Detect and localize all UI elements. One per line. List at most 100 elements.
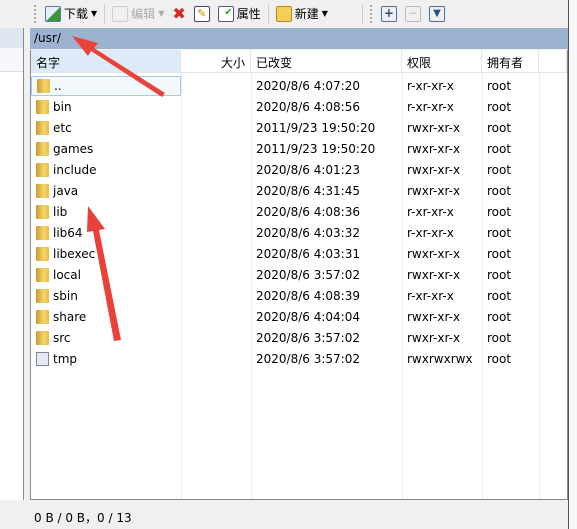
file-modified: 2020/8/6 3:57:02 [256, 267, 360, 282]
file-name-cell: games [31, 141, 181, 156]
file-permissions: rwxr-xr-x [407, 246, 461, 261]
file-modified: 2020/8/6 4:31:45 [256, 183, 360, 198]
file-list: 名字 大小 已改变 权限 拥有者 .. 2020/8/6 4:07:20 r-x… [30, 50, 568, 500]
chevron-down-icon[interactable]: ▼ [91, 9, 97, 18]
file-owner: root [487, 162, 512, 177]
chevron-down-icon[interactable]: ▼ [158, 9, 164, 18]
file-row[interactable]: sbin 2020/8/6 4:08:39 r-xr-xr-x root [31, 285, 567, 306]
file-row[interactable]: etc 2011/9/23 19:50:20 rwxr-xr-x root [31, 117, 567, 138]
file-owner: root [487, 351, 512, 366]
edit-icon [112, 5, 129, 22]
file-permissions: rwxr-xr-x [407, 141, 461, 156]
download-icon [45, 5, 61, 22]
file-permissions: r-xr-xr-x [407, 78, 454, 93]
filter-button[interactable]: ▼ [425, 3, 449, 25]
file-permissions: r-xr-xr-x [407, 99, 454, 114]
rename-button[interactable]: ✎ [190, 3, 214, 25]
properties-label: 属性 [236, 7, 261, 21]
file-permissions: r-xr-xr-x [407, 225, 454, 240]
column-headers: 名字 大小 已改变 权限 拥有者 [31, 50, 567, 73]
chevron-down-icon[interactable]: ▼ [322, 9, 328, 18]
folder-icon [36, 141, 49, 156]
file-owner: root [487, 120, 512, 135]
file-modified: 2020/8/6 4:04:04 [256, 309, 360, 324]
download-button[interactable]: 下载 ▼ [41, 3, 101, 25]
column-header-size[interactable]: 大小 [181, 50, 251, 72]
file-row[interactable]: java 2020/8/6 4:31:45 rwxr-xr-x root [31, 180, 567, 201]
select-all-button[interactable]: + [377, 3, 401, 25]
file-name-cell: .. [31, 75, 181, 96]
file-row[interactable]: local 2020/8/6 3:57:02 rwxr-xr-x root [31, 264, 567, 285]
file-name-cell: sbin [31, 288, 181, 303]
file-row[interactable]: libexec 2020/8/6 4:03:31 rwxr-xr-x root [31, 243, 567, 264]
plus-icon: + [380, 5, 397, 22]
file-modified: 2020/8/6 3:57:02 [256, 351, 360, 366]
file-name: src [53, 330, 71, 345]
properties-button[interactable]: ✔ 属性 [214, 3, 265, 25]
file-name: include [53, 162, 97, 177]
column-header-name[interactable]: 名字 [31, 50, 181, 72]
file-owner: root [487, 99, 512, 114]
toolbar-grip[interactable] [34, 4, 37, 23]
new-label: 新建 [294, 7, 319, 21]
file-name: java [53, 183, 79, 198]
file-owner: root [487, 183, 512, 198]
file-row[interactable]: lib64 2020/8/6 4:03:32 r-xr-xr-x root [31, 222, 567, 243]
file-modified: 2020/8/6 3:57:02 [256, 330, 360, 345]
file-name: lib64 [53, 225, 83, 240]
file-owner: root [487, 141, 512, 156]
edit-button[interactable]: 编辑 ▼ [108, 3, 168, 25]
deselect-button[interactable]: − [401, 3, 425, 25]
file-owner: root [487, 267, 512, 282]
path-bar[interactable]: /usr/ [30, 28, 568, 49]
file-name-cell: lib64 [31, 225, 181, 240]
file-name: sbin [53, 288, 78, 303]
file-row[interactable]: src 2020/8/6 3:57:02 rwxr-xr-x root [31, 327, 567, 348]
filter-icon: ▼ [428, 5, 445, 22]
file-row[interactable]: .. 2020/8/6 4:07:20 r-xr-xr-x root [31, 75, 567, 96]
file-owner: root [487, 246, 512, 261]
file-name-cell: include [31, 162, 181, 177]
toolbar: 下载 ▼ 编辑 ▼ ✖ ✎ ✔ 属性 新建 ▼ + − ▼ [30, 0, 570, 27]
file-row[interactable]: games 2011/9/23 19:50:20 rwxr-xr-x root [31, 138, 567, 159]
parent-folder-icon [37, 78, 50, 93]
file-row[interactable]: include 2020/8/6 4:01:23 rwxr-xr-x root [31, 159, 567, 180]
column-header-owner[interactable]: 拥有者 [482, 50, 539, 72]
edit-label: 编辑 [131, 7, 156, 21]
file-row[interactable]: lib 2020/8/6 4:08:36 r-xr-xr-x root [31, 201, 567, 222]
file-name: local [53, 267, 81, 282]
file-owner: root [487, 288, 512, 303]
file-owner: root [487, 330, 512, 345]
new-folder-icon [275, 5, 292, 22]
delete-button[interactable]: ✖ [168, 3, 189, 25]
file-name: games [53, 141, 94, 156]
file-name: tmp [53, 351, 78, 366]
toolbar-grip[interactable] [369, 4, 373, 23]
column-header-permissions[interactable]: 权限 [402, 50, 482, 72]
file-modified: 2011/9/23 19:50:20 [256, 141, 376, 156]
file-modified: 2020/8/6 4:07:20 [256, 78, 360, 93]
file-name: lib [53, 204, 68, 219]
file-name: libexec [53, 246, 96, 261]
file-name: share [53, 309, 87, 324]
folder-icon [36, 183, 49, 198]
column-header-modified[interactable]: 已改变 [251, 50, 402, 72]
file-name: .. [54, 78, 62, 93]
file-permissions: r-xr-xr-x [407, 288, 454, 303]
file-row[interactable]: tmp 2020/8/6 3:57:02 rwxrwxrwx root [31, 348, 567, 369]
folder-icon [36, 120, 49, 135]
file-name-cell: java [31, 183, 181, 198]
folder-icon [36, 330, 49, 345]
scrollbar[interactable] [568, 0, 577, 529]
folder-icon [36, 162, 49, 177]
file-owner: root [487, 225, 512, 240]
file-owner: root [487, 204, 512, 219]
new-button[interactable]: 新建 ▼ [272, 3, 332, 25]
file-name-cell: lib [31, 204, 181, 219]
file-row[interactable]: share 2020/8/6 4:04:04 rwxr-xr-x root [31, 306, 567, 327]
file-row[interactable]: bin 2020/8/6 4:08:56 r-xr-xr-x root [31, 96, 567, 117]
file-name-cell: tmp [31, 351, 181, 366]
file-modified: 2020/8/6 4:01:23 [256, 162, 360, 177]
file-permissions: rwxr-xr-x [407, 162, 461, 177]
file-name-cell: etc [31, 120, 181, 135]
